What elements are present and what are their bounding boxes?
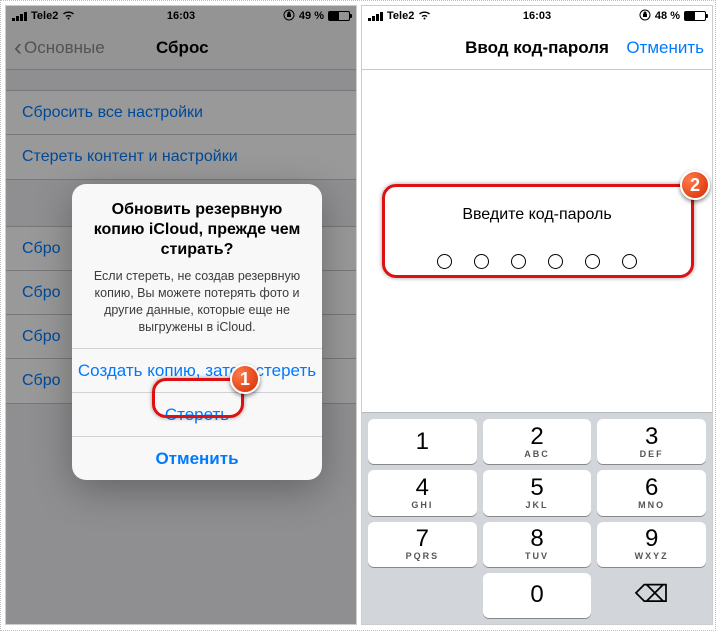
status-bar: Tele2 16:03 48 % — [362, 6, 712, 26]
passcode-dots — [362, 254, 712, 269]
passcode-dot — [585, 254, 600, 269]
tutorial-image: Tele2 16:03 49 % ‹ Основные Сброс — [0, 0, 716, 631]
key-2[interactable]: 2ABC — [483, 419, 592, 464]
key-3[interactable]: 3DEF — [597, 419, 706, 464]
key-7[interactable]: 7PQRS — [368, 522, 477, 567]
page-title: Ввод код-пароля — [362, 38, 712, 58]
backspace-icon: ⌫ — [635, 583, 669, 607]
key-8[interactable]: 8TUV — [483, 522, 592, 567]
number-keypad: 1 2ABC 3DEF 4GHI 5JKL 6MNO 7PQRS 8TUV 9W… — [362, 412, 712, 624]
key-5[interactable]: 5JKL — [483, 470, 592, 515]
key-9[interactable]: 9WXYZ — [597, 522, 706, 567]
key-6[interactable]: 6MNO — [597, 470, 706, 515]
key-1[interactable]: 1 — [368, 419, 477, 464]
nav-bar: Ввод код-пароля Отменить — [362, 26, 712, 70]
clock: 16:03 — [362, 10, 712, 22]
phone-left: Tele2 16:03 49 % ‹ Основные Сброс — [5, 5, 357, 625]
backup-then-erase-button[interactable]: Создать копию, затем стереть — [72, 348, 322, 392]
key-0[interactable]: 0 — [483, 573, 592, 618]
passcode-dot — [511, 254, 526, 269]
passcode-prompt: Введите код-пароль — [362, 206, 712, 224]
battery-icon — [684, 11, 706, 21]
passcode-dot — [622, 254, 637, 269]
key-blank — [368, 573, 477, 618]
passcode-dot — [437, 254, 452, 269]
phone-right: Tele2 16:03 48 % Ввод код-пароля Отменит… — [361, 5, 713, 625]
cancel-button[interactable]: Отменить — [72, 436, 322, 480]
sheet-message: Если стереть, не создав резервную копию,… — [88, 268, 306, 336]
erase-button[interactable]: Стереть — [72, 392, 322, 436]
annotation-badge-2: 2 — [680, 170, 710, 200]
passcode-dot — [548, 254, 563, 269]
key-backspace[interactable]: ⌫ — [597, 573, 706, 618]
sheet-title: Обновить резервную копию iCloud, прежде … — [88, 200, 306, 260]
key-4[interactable]: 4GHI — [368, 470, 477, 515]
passcode-dot — [474, 254, 489, 269]
action-sheet: Обновить резервную копию iCloud, прежде … — [72, 184, 322, 480]
